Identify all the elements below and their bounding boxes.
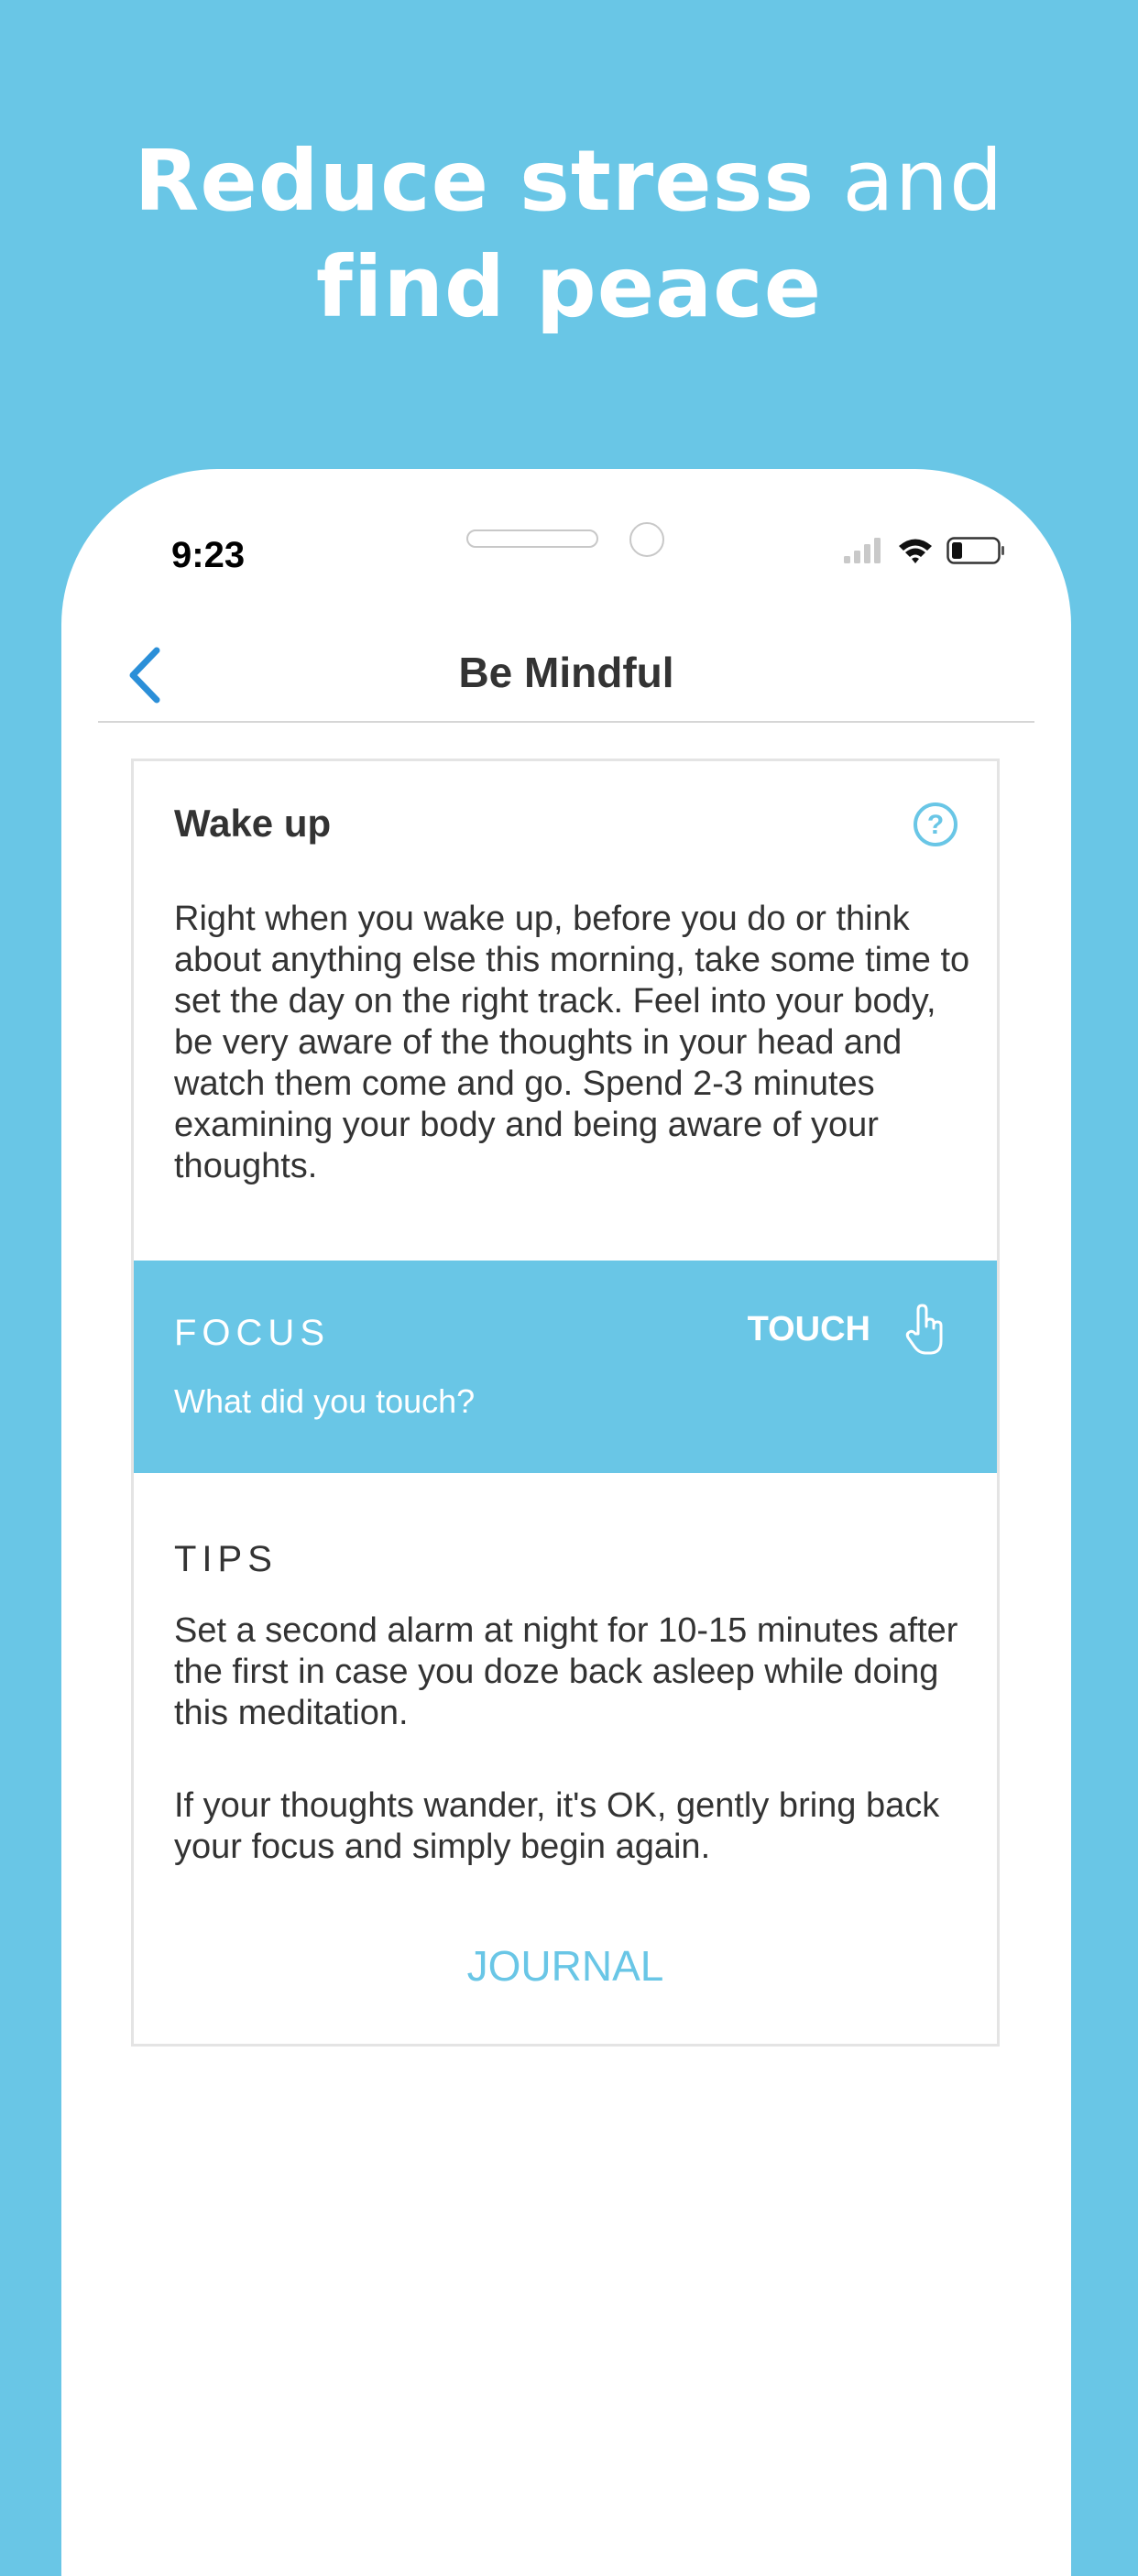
exercise-card: Wake up ? Right when you wake up, before… [131,759,1000,2047]
battery-icon [947,537,1004,564]
headline-light: and [842,132,1004,230]
wifi-icon [899,539,932,563]
promo-headline: Reduce stress and find peace [0,128,1138,341]
cellular-signal-icon [844,538,881,563]
focus-label: FOCUS [174,1313,330,1353]
headline-bold-2: find peace [315,238,823,336]
focus-section: FOCUS TOUCH What did you touch? [134,1261,997,1473]
card-description: Right when you wake up, before you do or… [174,900,970,1185]
focus-question: What did you touch? [174,1382,476,1420]
focus-type: TOUCH [747,1310,870,1348]
status-icons [844,537,1005,564]
tip-item: Set a second alarm at night for 10-15 mi… [174,1611,958,1732]
status-time: 9:23 [171,535,246,575]
tip-item: If your thoughts wander, it's OK, gently… [174,1786,940,1866]
nav-bar: Be Mindful [98,606,1034,723]
phone-speaker [466,529,598,548]
journal-button[interactable]: JOURNAL [134,1941,997,1991]
phone-camera [629,522,664,557]
svg-text:?: ? [927,810,944,840]
phone-frame: 9:23 Be Mindful Wake up ? Right when you… [61,469,1071,2576]
tips-label: TIPS [174,1539,278,1579]
pointing-hand-icon [905,1304,943,1355]
help-icon[interactable]: ? [913,802,958,847]
nav-title: Be Mindful [458,649,674,696]
card-title: Wake up [174,802,332,845]
headline-bold-1: Reduce stress [134,132,815,230]
